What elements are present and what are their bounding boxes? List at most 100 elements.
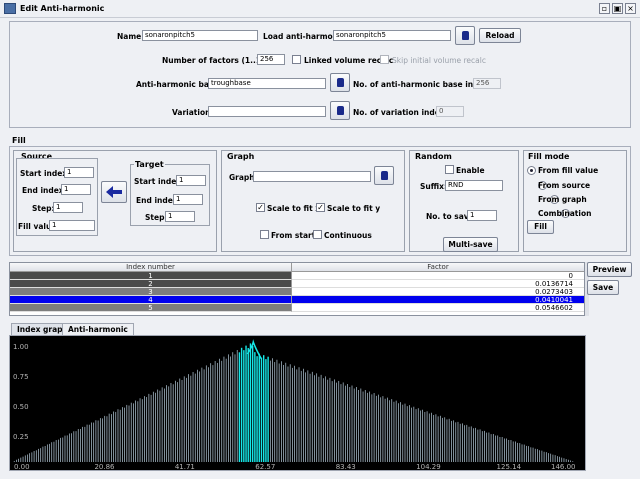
random-enable-label: Enable bbox=[456, 166, 485, 175]
y-tick-label: 0.75 bbox=[13, 373, 29, 381]
x-tick-label: 0.00 bbox=[14, 463, 30, 470]
x-tick-label: 125.14 bbox=[497, 463, 522, 470]
base-browse-button[interactable] bbox=[330, 73, 350, 92]
fill-title: Fill bbox=[12, 136, 26, 145]
title-bar: Edit Anti-harmonic ▫ ▣ × bbox=[0, 0, 640, 18]
scale-x-label: Scale to fit x bbox=[267, 204, 321, 213]
name-field[interactable]: sonaronpitch5 bbox=[142, 30, 258, 41]
continuous-checkbox[interactable] bbox=[313, 230, 322, 239]
mode-source-label: From source bbox=[538, 181, 591, 190]
multi-save-button[interactable]: Multi-save bbox=[443, 237, 498, 252]
anti-harmonic-chart: 0.00 20.86 41.71 62.57 83.43 104.29 125.14 146.… bbox=[10, 336, 585, 470]
graph-field[interactable] bbox=[253, 171, 371, 182]
graph-browse-button[interactable] bbox=[374, 166, 394, 185]
scale-y-checkbox[interactable]: ✓ bbox=[316, 203, 325, 212]
variation-indexes-field: 0 bbox=[436, 106, 464, 117]
x-tick-label: 83.43 bbox=[336, 463, 356, 470]
close-icon[interactable]: × bbox=[625, 3, 636, 14]
sprite-icon bbox=[381, 171, 388, 180]
factor-cell: 0.0136714 bbox=[292, 280, 584, 288]
base-indexes-field: 256 bbox=[473, 78, 501, 89]
x-tick-label: 20.86 bbox=[94, 463, 115, 470]
source-start-field[interactable]: 1 bbox=[64, 167, 94, 178]
fill-value-field[interactable]: 1 bbox=[49, 220, 95, 231]
linked-checkbox[interactable] bbox=[292, 55, 301, 64]
from-start-checkbox[interactable] bbox=[260, 230, 269, 239]
reload-button[interactable]: Reload bbox=[479, 28, 521, 43]
base-field[interactable]: troughbase bbox=[208, 78, 326, 89]
y-tick-label: 0.25 bbox=[13, 433, 29, 441]
mode-fill-value-label: From fill value bbox=[538, 166, 599, 175]
table-row[interactable]: 10 bbox=[10, 272, 584, 280]
random-title: Random bbox=[414, 152, 453, 161]
load-browse-button[interactable] bbox=[455, 26, 475, 45]
source-end-field[interactable]: 1 bbox=[61, 184, 91, 195]
table-row[interactable]: 5 0.0546602 bbox=[10, 304, 584, 312]
window-title: Edit Anti-harmonic bbox=[20, 4, 105, 13]
table-row[interactable]: 3 0.0273403 bbox=[10, 288, 584, 296]
x-tick-label: 41.71 bbox=[175, 463, 195, 470]
factor-table[interactable]: Index number Factor 1 0 2 0.0136714 3 0.02734… bbox=[9, 262, 585, 316]
y-tick-label: 1.00 bbox=[13, 343, 29, 351]
scale-y-label: Scale to fit y bbox=[327, 204, 381, 213]
y-tick-label: 0.50 bbox=[13, 403, 29, 411]
table-row[interactable]: 2 0.0136714 bbox=[10, 280, 584, 288]
source-step-label: Step: bbox=[32, 204, 55, 213]
fill-mode-title: Fill mode bbox=[527, 152, 571, 161]
source-start-label: Start index: bbox=[20, 169, 71, 178]
arrow-left-icon bbox=[106, 186, 122, 198]
source-step-field[interactable]: 1 bbox=[53, 202, 83, 213]
minimize-icon[interactable]: ▫ bbox=[599, 3, 610, 14]
preview-button[interactable]: Preview bbox=[587, 262, 632, 277]
copy-left-button[interactable] bbox=[101, 181, 127, 203]
from-start-label: From start bbox=[271, 231, 316, 240]
mode-combination-label: Combination bbox=[538, 209, 592, 218]
factor-cell: 0 bbox=[292, 272, 584, 280]
factors-field[interactable]: 256 bbox=[257, 54, 285, 65]
source-end-label: End index: bbox=[22, 186, 67, 195]
col-index-header[interactable]: Index number bbox=[10, 263, 292, 271]
index-cell: 3 bbox=[10, 288, 292, 296]
x-tick-label: 146.00 bbox=[551, 463, 576, 470]
target-start-field[interactable]: 1 bbox=[176, 175, 206, 186]
index-cell: 1 bbox=[10, 272, 292, 280]
sprite-icon bbox=[337, 78, 344, 87]
variation-field[interactable] bbox=[208, 106, 326, 117]
tab-anti-harmonic[interactable]: Anti-harmonic bbox=[62, 323, 134, 335]
graph-title: Graph bbox=[226, 152, 256, 161]
load-field[interactable]: sonaronpitch5 bbox=[333, 30, 451, 41]
factor-cell: 0.0273403 bbox=[292, 288, 584, 296]
random-enable-checkbox[interactable] bbox=[445, 165, 454, 174]
suffix-label: Suffix: bbox=[420, 182, 447, 191]
suffix-field[interactable]: RND bbox=[445, 180, 503, 191]
table-row[interactable]: 4 0.0410041 bbox=[10, 296, 584, 304]
x-tick-label: 62.57 bbox=[255, 463, 275, 470]
scale-x-checkbox[interactable]: ✓ bbox=[256, 203, 265, 212]
index-cell: 4 bbox=[10, 296, 292, 304]
mode-graph-label: From graph bbox=[538, 195, 587, 204]
fill-button[interactable]: Fill bbox=[527, 220, 554, 234]
variation-browse-button[interactable] bbox=[330, 101, 350, 120]
mode-fill-value-radio[interactable] bbox=[527, 165, 536, 175]
sprite-icon bbox=[337, 106, 344, 115]
target-step-field[interactable]: 1 bbox=[165, 211, 195, 222]
table-body: 1 0 2 0.0136714 3 0.0273403 4 0.0410041 5 0.05466… bbox=[10, 272, 584, 312]
sprite-icon bbox=[462, 31, 469, 40]
target-title: Target bbox=[134, 160, 165, 169]
col-factor-header[interactable]: Factor bbox=[292, 263, 584, 271]
factor-cell: 0.0546602 bbox=[292, 304, 584, 312]
target-end-field[interactable]: 1 bbox=[173, 194, 203, 205]
skip-label: Skip initial volume recalc bbox=[392, 56, 486, 65]
index-cell: 5 bbox=[10, 304, 292, 312]
factor-cell: 0.0410041 bbox=[292, 296, 584, 304]
x-tick-label: 104.29 bbox=[416, 463, 441, 470]
chart-background bbox=[10, 336, 585, 470]
continuous-label: Continuous bbox=[324, 231, 372, 240]
table-header: Index number Factor bbox=[10, 263, 584, 272]
save-button[interactable]: Save bbox=[587, 280, 619, 295]
no-to-save-field[interactable]: 1 bbox=[467, 210, 497, 221]
name-label: Name: bbox=[117, 32, 145, 41]
skip-checkbox[interactable] bbox=[380, 55, 389, 64]
maximize-icon[interactable]: ▣ bbox=[612, 3, 623, 14]
index-cell: 2 bbox=[10, 280, 292, 288]
